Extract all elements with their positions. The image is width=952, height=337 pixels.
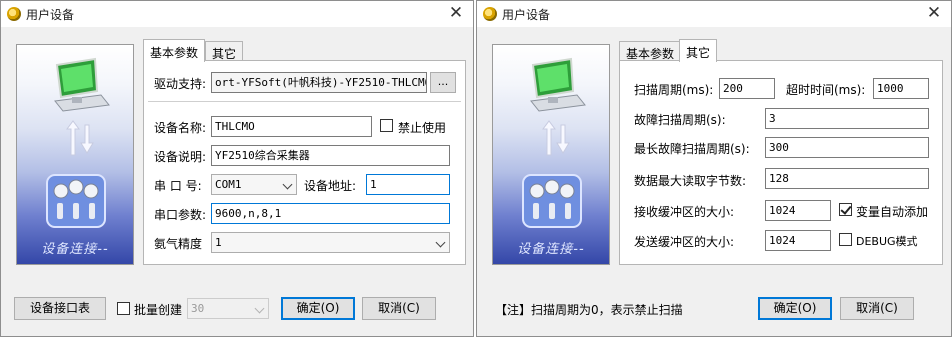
disable-label: 禁止使用	[398, 121, 447, 135]
ok-button[interactable]: 确定(O)	[758, 297, 832, 320]
max-read-bytes-label: 数据最大读取字节数:	[634, 174, 747, 188]
ammonia-precision-select[interactable]: 1	[211, 232, 450, 253]
device-dialog-other: 用户设备 ✕ 设备连接-- 基本参数 其它 扫描周期(ms): 200 超时时间…	[476, 0, 952, 337]
separator	[148, 101, 461, 102]
device-gauges-icon	[522, 174, 582, 228]
batch-create-checkbox[interactable]	[117, 302, 130, 315]
chevron-down-icon	[254, 303, 265, 314]
other-params-panel: 扫描周期(ms): 200 超时时间(ms): 1000 故障扫描周期(s): …	[619, 60, 943, 265]
chevron-down-icon	[282, 179, 293, 190]
device-addr-input[interactable]: 1	[366, 174, 450, 195]
auto-add-var-label: 变量自动添加	[856, 205, 929, 219]
disable-checkbox[interactable]	[380, 119, 393, 132]
max-read-bytes-input[interactable]: 128	[765, 168, 929, 189]
device-name-label: 设备名称:	[154, 121, 207, 135]
cancel-button[interactable]: 取消(C)	[362, 297, 436, 320]
send-buffer-input[interactable]: 1024	[765, 230, 831, 251]
transfer-arrows-icon	[542, 120, 570, 156]
window-title: 用户设备	[26, 8, 75, 22]
send-buffer-label: 发送缓冲区的大小:	[634, 235, 735, 249]
close-icon[interactable]: ✕	[925, 3, 943, 23]
scan-note: 【注】扫描周期为0，表示禁止扫描	[495, 303, 683, 317]
driver-field[interactable]: ort-YFSoft(叶帆科技)-YF2510-THLCMOA	[211, 72, 427, 93]
device-desc-input[interactable]: YF2510综合采集器	[211, 145, 450, 166]
chevron-down-icon	[435, 237, 446, 248]
port-label: 串 口 号:	[154, 179, 202, 193]
title-bar: 用户设备 ✕	[477, 1, 951, 27]
device-connection-illustration	[46, 57, 110, 228]
fault-scan-period-input[interactable]: 3	[765, 108, 929, 129]
device-connection-illustration	[522, 57, 586, 228]
driver-label: 驱动支持:	[154, 77, 207, 91]
side-illustration: 设备连接--	[16, 44, 134, 265]
auto-add-var-checkbox[interactable]	[839, 203, 852, 216]
app-icon	[7, 7, 21, 21]
tab-other[interactable]: 其它	[205, 41, 244, 61]
transfer-arrows-icon	[66, 120, 94, 156]
tab-strip: 基本参数 其它	[619, 39, 939, 62]
ok-button[interactable]: 确定(O)	[281, 297, 355, 320]
serial-params-label: 串口参数:	[154, 208, 207, 222]
app-icon	[483, 7, 497, 21]
device-addr-label: 设备地址:	[304, 179, 357, 193]
debug-mode-checkbox[interactable]	[839, 233, 852, 246]
debug-mode-label: DEBUG模式	[856, 235, 918, 248]
tab-basic-params[interactable]: 基本参数	[143, 39, 206, 62]
ammonia-precision-label: 氨气精度	[154, 237, 203, 251]
port-select[interactable]: COM1	[211, 174, 297, 195]
title-bar: 用户设备 ✕	[1, 1, 473, 27]
window-title: 用户设备	[502, 8, 551, 22]
recv-buffer-input[interactable]: 1024	[765, 200, 831, 221]
recv-buffer-label: 接收缓冲区的大小:	[634, 205, 735, 219]
device-port-table-button[interactable]: 设备接口表	[14, 297, 106, 320]
tab-strip: 基本参数 其它	[143, 39, 463, 62]
batch-count-value: 30	[191, 302, 205, 315]
close-icon[interactable]: ✕	[447, 3, 465, 23]
max-fault-scan-period-label: 最长故障扫描周期(s):	[634, 142, 750, 156]
max-fault-scan-period-input[interactable]: 300	[765, 137, 929, 158]
driver-browse-button[interactable]: ...	[430, 72, 456, 93]
computer-icon	[530, 57, 586, 112]
timeout-label: 超时时间(ms):	[786, 83, 866, 97]
tab-basic-params[interactable]: 基本参数	[619, 41, 682, 61]
side-illustration: 设备连接--	[492, 44, 610, 265]
batch-count-select[interactable]: 30	[187, 298, 269, 319]
computer-icon	[54, 57, 110, 112]
port-value: COM1	[215, 178, 242, 191]
side-caption: 设备连接--	[41, 242, 109, 257]
batch-create-label: 批量创建	[134, 303, 183, 317]
scan-period-input[interactable]: 200	[719, 78, 775, 99]
device-desc-label: 设备说明:	[154, 150, 207, 164]
device-name-input[interactable]: THLCMO	[211, 116, 372, 137]
ammonia-precision-value: 1	[215, 236, 222, 249]
basic-params-panel: 驱动支持: ort-YFSoft(叶帆科技)-YF2510-THLCMOA ..…	[143, 60, 466, 265]
device-dialog-basic: 用户设备 ✕ 设备连接-- 基本参数 其它 驱动支持: ort-YFSoft(叶…	[0, 0, 474, 337]
fault-scan-period-label: 故障扫描周期(s):	[634, 113, 726, 127]
scan-period-label: 扫描周期(ms):	[634, 83, 714, 97]
cancel-button[interactable]: 取消(C)	[840, 297, 914, 320]
device-gauges-icon	[46, 174, 106, 228]
serial-params-input[interactable]: 9600,n,8,1	[211, 203, 450, 224]
timeout-input[interactable]: 1000	[873, 78, 929, 99]
side-caption: 设备连接--	[517, 242, 585, 257]
tab-other[interactable]: 其它	[679, 39, 718, 62]
